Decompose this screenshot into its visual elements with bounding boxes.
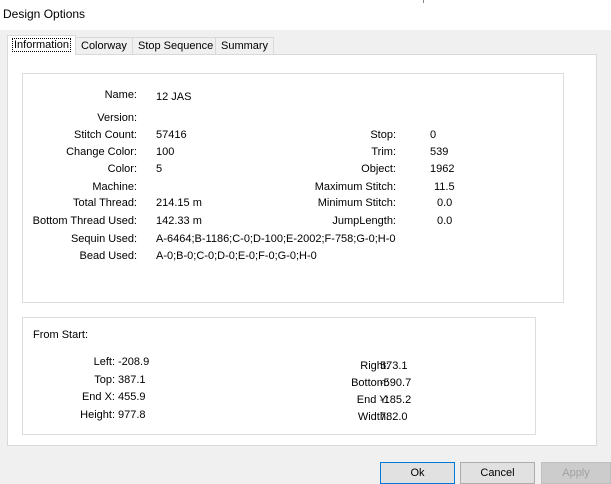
top-label: Top: [94, 374, 115, 386]
right-value: 573.1 [380, 360, 408, 372]
height-value: 977.8 [118, 409, 146, 421]
tab-summary-label: Summary [221, 40, 269, 52]
ok-button[interactable]: Ok [380, 462, 455, 484]
sequin-used-label: Sequin Used: [70, 233, 137, 245]
jump-length-value: 0.0 [437, 215, 453, 227]
stitch-count-label: Stitch Count: [74, 129, 137, 141]
trim-label: Trim: [371, 146, 396, 158]
title-bar-edge-mark [423, 0, 424, 3]
design-info-group: Name: 12 JAS Version: Stitch Count: 5741… [22, 73, 564, 303]
window-title: Design Options [3, 7, 86, 21]
cancel-button-label: Cancel [480, 467, 515, 479]
total-thread-value: 214.15 m [156, 197, 202, 209]
bead-used-label: Bead Used: [79, 250, 137, 262]
apply-button[interactable]: Apply [541, 462, 611, 484]
machine-label: Machine: [92, 181, 137, 193]
top-value: 387.1 [118, 374, 146, 386]
height-label: Height: [80, 409, 115, 421]
bead-used-value: A-0;B-0;C-0;D-0;E-0;F-0;G-0;H-0 [156, 250, 317, 262]
information-panel: Name: 12 JAS Version: Stitch Count: 5741… [7, 54, 597, 446]
minimum-stitch-value: 0.0 [437, 197, 453, 209]
change-color-label: Change Color: [66, 146, 137, 158]
color-value: 5 [156, 163, 163, 175]
from-start-group: From Start: Left: -208.9 Top: 387.1 End … [22, 317, 536, 435]
tab-stop-sequence[interactable]: Stop Sequence [132, 37, 220, 54]
maximum-stitch-label: Maximum Stitch: [314, 181, 396, 193]
sequin-used-value: A-6464;B-1186;C-0;D-100;E-2002;F-758;G-0… [156, 233, 396, 245]
title-bar: Design Options [0, 0, 611, 30]
stop-label: Stop: [370, 129, 396, 141]
tab-information[interactable]: Information [7, 35, 77, 55]
color-label: Color: [107, 163, 137, 175]
minimum-stitch-label: Minimum Stitch: [317, 197, 396, 209]
end-y-value: -185.2 [380, 394, 412, 406]
object-value: 1962 [430, 163, 455, 175]
change-color-value: 100 [156, 146, 175, 158]
cancel-button[interactable]: Cancel [460, 462, 535, 484]
stitch-count-value: 57416 [156, 129, 187, 141]
maximum-stitch-value: 11.5 [434, 181, 455, 193]
bottom-thread-label: Bottom Thread Used: [32, 215, 137, 227]
trim-value: 539 [430, 146, 449, 158]
bottom-value: -590.7 [380, 377, 412, 389]
tab-summary[interactable]: Summary [215, 37, 275, 54]
bottom-thread-value: 142.33 m [156, 215, 202, 227]
name-value: 12 JAS [156, 91, 192, 103]
from-start-heading: From Start: [33, 329, 89, 341]
tab-colorway[interactable]: Colorway [75, 37, 133, 54]
left-value: -208.9 [118, 356, 150, 368]
left-label: Left: [93, 356, 115, 368]
version-label: Version: [97, 112, 137, 124]
tab-information-label: Information [11, 38, 72, 52]
width-value: 782.0 [380, 411, 408, 423]
ok-button-label: Ok [410, 467, 425, 479]
stop-value: 0 [430, 129, 437, 141]
name-label: Name: [104, 89, 137, 101]
end-x-label: End X: [81, 391, 115, 403]
tab-stop-sequence-label: Stop Sequence [138, 40, 214, 52]
end-x-value: 455.9 [118, 391, 146, 403]
apply-button-label: Apply [562, 467, 590, 479]
object-label: Object: [361, 163, 396, 175]
total-thread-label: Total Thread: [72, 197, 137, 209]
tab-colorway-label: Colorway [81, 40, 127, 52]
jump-length-label: JumpLength: [332, 215, 396, 227]
